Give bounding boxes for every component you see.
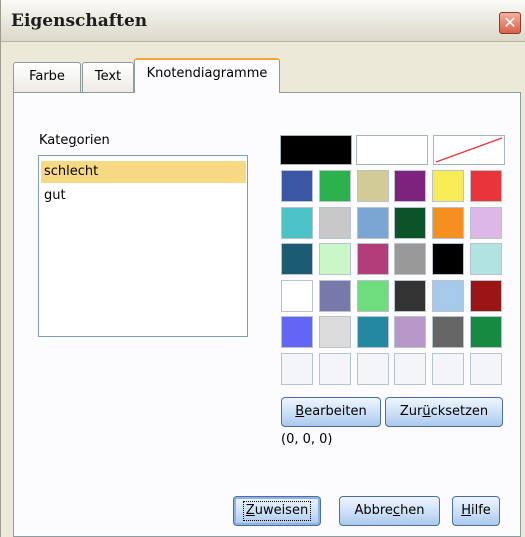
color-swatch[interactable] (470, 207, 502, 239)
color-swatch[interactable] (319, 280, 351, 312)
swatch-empty[interactable] (432, 353, 464, 385)
color-swatch[interactable] (281, 316, 313, 348)
title-bar[interactable]: Eigenschaften ✕ (1, 0, 525, 42)
swatch-no-color[interactable] (433, 135, 505, 165)
color-swatch[interactable] (394, 243, 426, 275)
reset-button[interactable]: Zurücksetzen (385, 397, 503, 427)
list-item-schlecht[interactable]: schlecht (41, 161, 246, 183)
apply-button[interactable]: Zuweisen (233, 496, 321, 526)
color-swatch[interactable] (319, 243, 351, 275)
color-swatch[interactable] (470, 170, 502, 202)
swatch-empty[interactable] (319, 353, 351, 385)
color-swatch[interactable] (432, 207, 464, 239)
color-swatch[interactable] (394, 207, 426, 239)
color-swatch[interactable] (470, 280, 502, 312)
tab-text[interactable]: Text (82, 62, 134, 92)
color-swatch[interactable] (281, 243, 313, 275)
swatch-empty[interactable] (281, 353, 313, 385)
categories-label: Kategorien (39, 133, 110, 148)
tab-farbe[interactable]: Farbe (13, 62, 81, 92)
color-swatch[interactable] (357, 207, 389, 239)
swatch-empty[interactable] (470, 353, 502, 385)
tab-knotendiagramme[interactable]: Knotendiagramme (134, 58, 280, 93)
color-swatch[interactable] (432, 243, 464, 275)
color-swatch[interactable] (394, 170, 426, 202)
cancel-button[interactable]: Abbrechen (339, 496, 440, 526)
color-swatch[interactable] (281, 207, 313, 239)
categories-list[interactable]: schlecht gut (38, 155, 248, 337)
color-swatch[interactable] (470, 316, 502, 348)
color-swatch[interactable] (357, 243, 389, 275)
close-button[interactable]: ✕ (499, 12, 521, 34)
color-swatch[interactable] (319, 207, 351, 239)
rgb-readout: (0, 0, 0) (281, 432, 333, 447)
color-swatch[interactable] (319, 170, 351, 202)
swatch-white-wide[interactable] (356, 135, 428, 165)
list-item-gut[interactable]: gut (41, 185, 246, 207)
color-swatch[interactable] (470, 243, 502, 275)
color-swatch[interactable] (319, 316, 351, 348)
color-swatch[interactable] (432, 170, 464, 202)
swatch-empty[interactable] (394, 353, 426, 385)
dialog-title: Eigenschaften (11, 11, 148, 31)
tab-label: Farbe (29, 69, 65, 84)
help-button[interactable]: Hilfe (452, 496, 500, 526)
tab-label: Text (94, 69, 122, 84)
color-swatch[interactable] (432, 280, 464, 312)
properties-dialog: Eigenschaften ✕ Farbe Text Knotendiagram… (0, 0, 525, 537)
no-color-icon (435, 137, 503, 163)
color-swatch[interactable] (357, 170, 389, 202)
color-swatch[interactable] (394, 280, 426, 312)
color-swatch[interactable] (357, 280, 389, 312)
color-swatch[interactable] (281, 170, 313, 202)
color-swatch[interactable] (281, 280, 313, 312)
color-swatch[interactable] (394, 316, 426, 348)
swatch-empty[interactable] (357, 353, 389, 385)
swatch-black-wide[interactable] (280, 135, 352, 165)
tab-label: Knotendiagramme (146, 66, 268, 81)
edit-button[interactable]: Bearbeiten (281, 397, 381, 427)
color-swatch[interactable] (432, 316, 464, 348)
close-icon: ✕ (503, 13, 517, 32)
color-swatch[interactable] (357, 316, 389, 348)
